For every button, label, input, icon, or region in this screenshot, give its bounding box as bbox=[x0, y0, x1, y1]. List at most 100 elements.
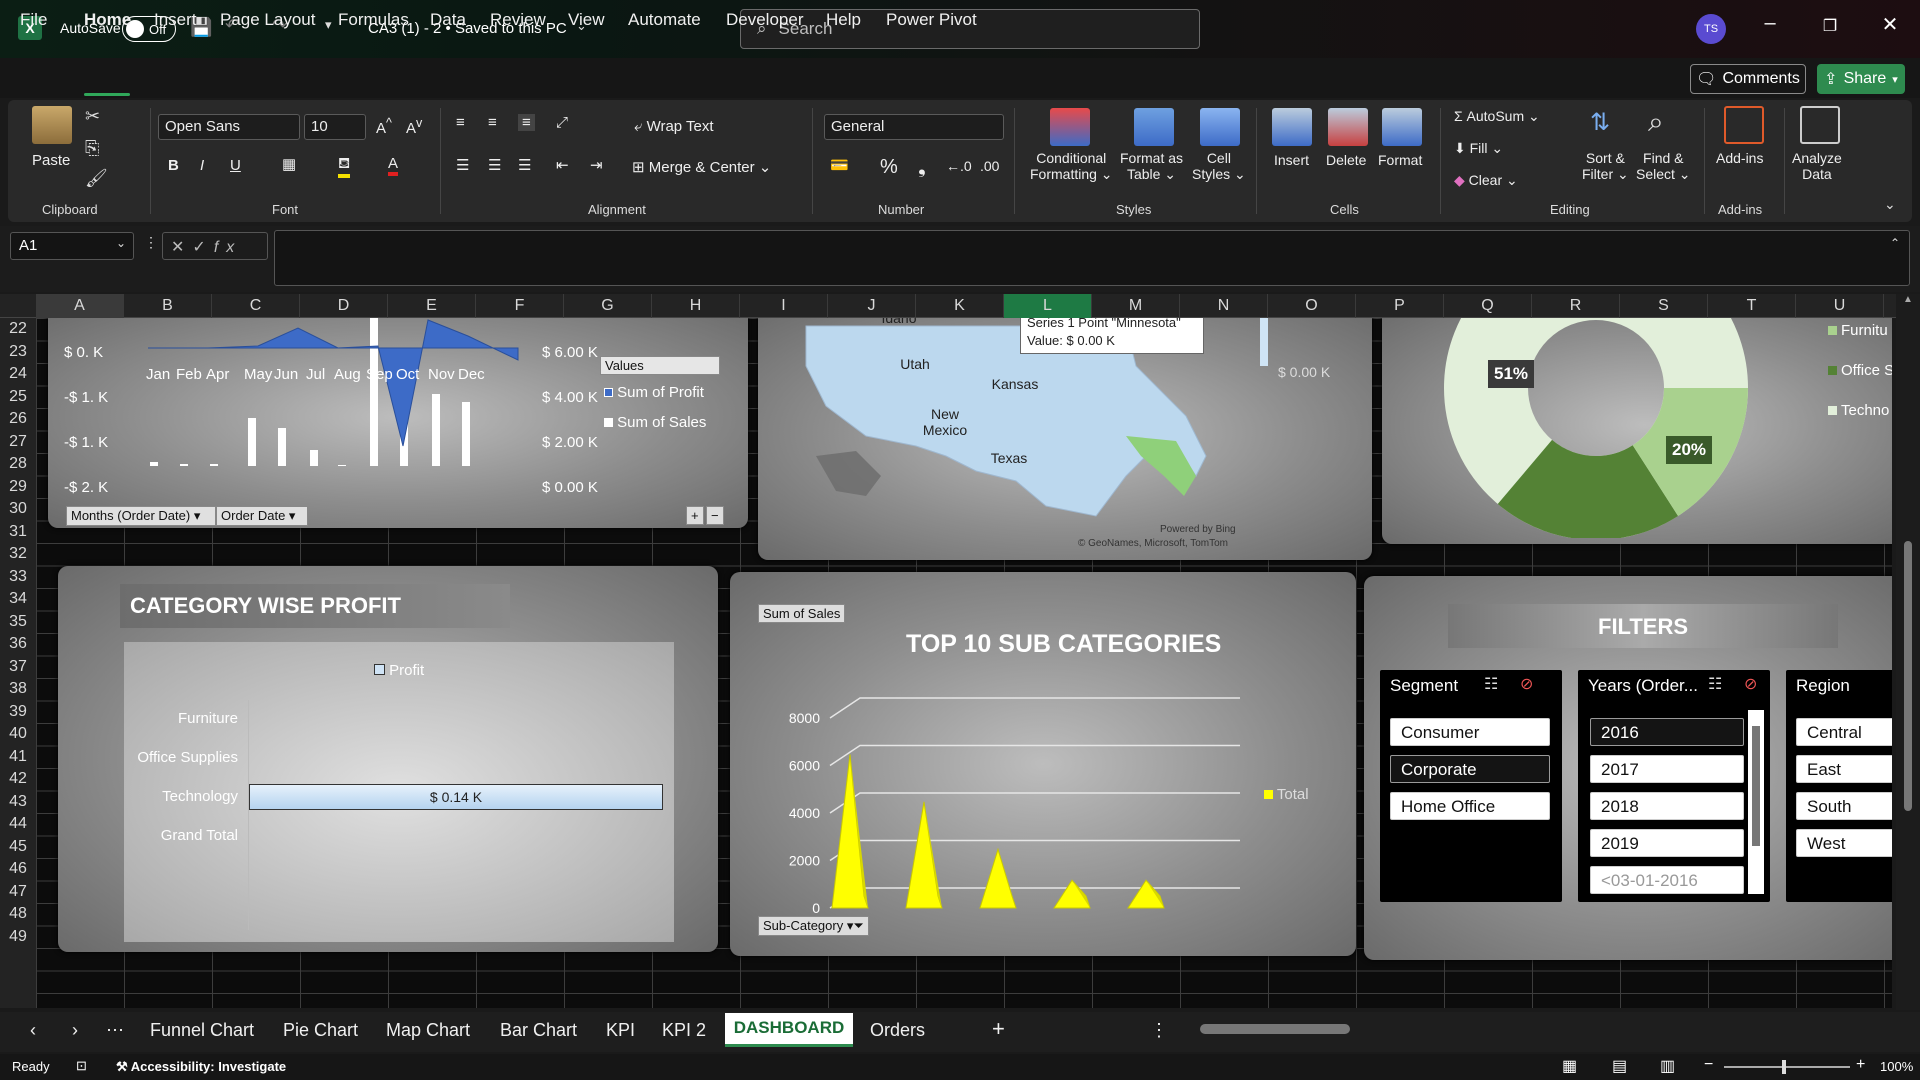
increase-indent-icon[interactable]: ⇥ bbox=[590, 156, 603, 174]
align-center-icon[interactable]: ☰ bbox=[488, 156, 501, 174]
paste-button[interactable]: Paste bbox=[32, 152, 70, 169]
increase-decimal-icon[interactable]: ←.0 bbox=[946, 158, 972, 174]
close-icon[interactable]: ✕ bbox=[1870, 12, 1910, 37]
row-header-22[interactable]: 22 bbox=[0, 318, 36, 341]
region-slicer-item[interactable]: South bbox=[1796, 792, 1892, 820]
delete-cells-button[interactable]: Delete bbox=[1326, 152, 1366, 168]
column-header-e[interactable]: E bbox=[388, 294, 476, 318]
align-right-icon[interactable]: ☰ bbox=[518, 156, 531, 174]
tab-map-chart[interactable]: Map Chart bbox=[386, 1020, 470, 1041]
row-header-48[interactable]: 48 bbox=[0, 903, 36, 926]
autosum-button[interactable]: Σ AutoSum ⌄ bbox=[1454, 108, 1540, 125]
column-header-m[interactable]: M bbox=[1092, 294, 1180, 318]
wrap-text-button[interactable]: ⤶ Wrap Text bbox=[634, 118, 714, 135]
row-header-30[interactable]: 30 bbox=[0, 498, 36, 521]
add-sheet-icon[interactable]: + bbox=[992, 1016, 1005, 1042]
zoom-out-icon[interactable]: − bbox=[1704, 1056, 1713, 1074]
column-header-p[interactable]: P bbox=[1356, 294, 1444, 318]
next-sheet-icon[interactable]: › bbox=[72, 1020, 78, 1041]
delete-cells-icon[interactable] bbox=[1328, 108, 1368, 146]
format-cells-button[interactable]: Format bbox=[1378, 152, 1422, 168]
segment-slicer-item[interactable]: Corporate bbox=[1390, 755, 1550, 783]
row-header-42[interactable]: 42 bbox=[0, 768, 36, 791]
addins-icon[interactable] bbox=[1724, 106, 1764, 144]
format-as-table-button[interactable]: Format as Table ⌄ bbox=[1120, 150, 1183, 183]
row-header-38[interactable]: 38 bbox=[0, 678, 36, 701]
borders-icon[interactable]: ▦ bbox=[282, 155, 296, 173]
row-header-41[interactable]: 41 bbox=[0, 746, 36, 769]
font-size-select[interactable]: 10 bbox=[304, 114, 366, 140]
column-header-c[interactable]: C bbox=[212, 294, 300, 318]
menu-help[interactable]: Help bbox=[826, 10, 861, 30]
sort-filter-button[interactable]: Sort & Filter ⌄ bbox=[1582, 150, 1629, 183]
segment-slicer-item[interactable]: Consumer bbox=[1390, 718, 1550, 746]
horizontal-scrollbar[interactable] bbox=[1180, 1024, 1890, 1036]
subcategory-filter-button[interactable]: Sub-Category ▾⏷ bbox=[758, 916, 869, 936]
menu-formulas[interactable]: Formulas bbox=[338, 10, 409, 30]
cell-styles-icon[interactable] bbox=[1200, 108, 1240, 146]
decrease-font-icon[interactable]: Av bbox=[406, 116, 422, 137]
orientation-icon[interactable]: ⤢ bbox=[556, 114, 568, 131]
align-left-icon[interactable]: ☰ bbox=[456, 156, 469, 174]
addins-button[interactable]: Add-ins bbox=[1716, 150, 1763, 166]
align-top-icon[interactable]: ≡ bbox=[456, 114, 465, 131]
bold-button[interactable]: B bbox=[168, 157, 179, 174]
fill-button[interactable]: ⬇ Fill ⌄ bbox=[1454, 140, 1503, 157]
align-bottom-icon[interactable]: ≡ bbox=[518, 114, 535, 131]
scroll-thumb[interactable] bbox=[1752, 726, 1760, 846]
prev-sheet-icon[interactable]: ‹ bbox=[30, 1020, 36, 1041]
tab-bar-chart[interactable]: Bar Chart bbox=[500, 1020, 577, 1041]
column-header-j[interactable]: J bbox=[828, 294, 916, 318]
region-slicer-item[interactable]: Central bbox=[1796, 718, 1892, 746]
menu-power-pivot[interactable]: Power Pivot bbox=[886, 10, 977, 30]
italic-button[interactable]: I bbox=[200, 157, 204, 174]
order-date-filter-button[interactable]: Order Date ▾ bbox=[216, 506, 308, 526]
column-header-h[interactable]: H bbox=[652, 294, 740, 318]
column-header-k[interactable]: K bbox=[916, 294, 1004, 318]
multi-select-icon[interactable]: ☷ bbox=[1484, 674, 1498, 694]
tab-kpi-2[interactable]: KPI 2 bbox=[662, 1020, 706, 1041]
number-format-select[interactable]: General bbox=[824, 114, 1004, 140]
restore-icon[interactable]: ❐ bbox=[1810, 16, 1850, 36]
column-header-b[interactable]: B bbox=[124, 294, 212, 318]
column-header-i[interactable]: I bbox=[740, 294, 828, 318]
tab-pie-chart[interactable]: Pie Chart bbox=[283, 1020, 358, 1041]
more-sheets-icon[interactable]: ⋯ bbox=[106, 1020, 124, 1041]
years-slicer-item[interactable]: 2017 bbox=[1590, 755, 1744, 783]
column-header-n[interactable]: N bbox=[1180, 294, 1268, 318]
cone-bar-phones[interactable] bbox=[979, 847, 1017, 909]
months-filter-button[interactable]: Months (Order Date) ▾ bbox=[66, 506, 216, 526]
share-button[interactable]: ⇪ Share ▾ bbox=[1817, 64, 1905, 94]
column-header-r[interactable]: R bbox=[1532, 294, 1620, 318]
menu-page-layout[interactable]: Page Layout bbox=[220, 10, 315, 30]
tab-options-icon[interactable]: ⋮ bbox=[1150, 1020, 1168, 1041]
row-header-36[interactable]: 36 bbox=[0, 633, 36, 656]
menu-view[interactable]: View bbox=[568, 10, 605, 30]
row-header-33[interactable]: 33 bbox=[0, 566, 36, 589]
analyze-data-button[interactable]: Analyze Data bbox=[1792, 150, 1842, 182]
horizontal-scroll-thumb[interactable] bbox=[1200, 1024, 1350, 1034]
years-scrollbar[interactable] bbox=[1748, 710, 1764, 894]
row-header-28[interactable]: 28 bbox=[0, 453, 36, 476]
find-select-button[interactable]: Find & Select ⌄ bbox=[1636, 150, 1691, 183]
years-slicer-item[interactable]: <03-01-2016 bbox=[1590, 866, 1744, 894]
analyze-data-icon[interactable] bbox=[1800, 106, 1840, 144]
select-all-corner[interactable] bbox=[0, 294, 36, 318]
more-icon[interactable]: ⋮ bbox=[144, 234, 158, 251]
column-header-f[interactable]: F bbox=[476, 294, 564, 318]
tab-dashboard[interactable]: DASHBOARD bbox=[725, 1013, 853, 1047]
decrease-indent-icon[interactable]: ⇤ bbox=[556, 156, 569, 174]
sort-filter-icon[interactable]: ⇅ bbox=[1590, 108, 1610, 137]
column-header-s[interactable]: S bbox=[1620, 294, 1708, 318]
conditional-formatting-icon[interactable] bbox=[1050, 108, 1090, 146]
clear-filter-icon[interactable]: ⊘ bbox=[1520, 674, 1533, 694]
vertical-scrollbar[interactable]: ▲ bbox=[1896, 294, 1920, 1010]
zoom-thumb[interactable] bbox=[1782, 1060, 1786, 1074]
row-header-31[interactable]: 31 bbox=[0, 521, 36, 544]
page-layout-icon[interactable]: ▤ bbox=[1612, 1056, 1627, 1076]
cell-styles-button[interactable]: Cell Styles ⌄ bbox=[1192, 150, 1246, 183]
cone-bar-storage[interactable] bbox=[1053, 879, 1091, 909]
vertical-scroll-thumb[interactable] bbox=[1904, 541, 1912, 811]
row-header-25[interactable]: 25 bbox=[0, 386, 36, 409]
comma-icon[interactable]: ❟ bbox=[918, 156, 926, 179]
